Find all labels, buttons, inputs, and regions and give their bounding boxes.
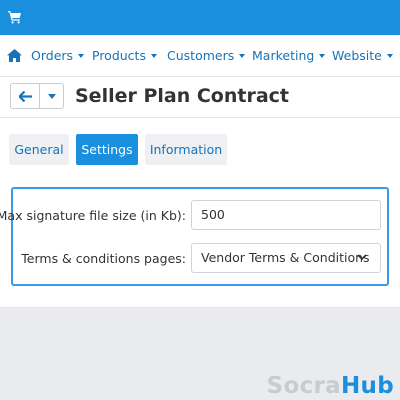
caret-down-icon [386, 53, 393, 58]
page-title: Seller Plan Contract [75, 85, 290, 107]
caret-down-icon [48, 94, 56, 99]
terms-pages-value: Vendor Terms & Conditions [201, 250, 370, 265]
caret-down-icon [150, 53, 157, 58]
nav-orders[interactable]: Orders [31, 48, 85, 63]
nav-products[interactable]: Products [92, 48, 157, 63]
settings-form: Max signature file size (in Kb): 500 Ter… [0, 187, 389, 286]
watermark-logo: SocraHub [266, 373, 394, 399]
nav-website[interactable]: Website [332, 48, 393, 63]
max-signature-input[interactable]: 500 [191, 200, 381, 230]
caret-down-icon [78, 53, 85, 58]
arrow-left-icon [19, 91, 32, 102]
nav-marketing[interactable]: Marketing [252, 48, 326, 63]
terms-pages-select[interactable]: Vendor Terms & Conditions [191, 243, 381, 273]
page-header: Seller Plan Contract [0, 77, 400, 118]
tab-general[interactable]: General [9, 134, 69, 165]
nav-customers[interactable]: Customers [167, 48, 246, 63]
caret-down-icon [319, 53, 326, 58]
home-icon[interactable] [7, 49, 22, 62]
chevron-down-icon [357, 254, 367, 261]
caret-down-icon [239, 53, 246, 58]
max-signature-label: Max signature file size (in Kb): [0, 208, 186, 223]
top-bar [0, 0, 400, 35]
back-button[interactable] [10, 83, 40, 109]
tab-settings[interactable]: Settings [76, 134, 138, 165]
content-panel: General Settings Information Max signatu… [0, 118, 400, 308]
actions-dropdown-button[interactable] [39, 83, 64, 109]
main-nav: Orders Products Customers Marketing Webs… [0, 35, 400, 77]
cart-icon[interactable] [8, 10, 22, 24]
terms-pages-label: Terms & conditions pages: [21, 251, 186, 266]
tab-information[interactable]: Information [145, 134, 227, 165]
